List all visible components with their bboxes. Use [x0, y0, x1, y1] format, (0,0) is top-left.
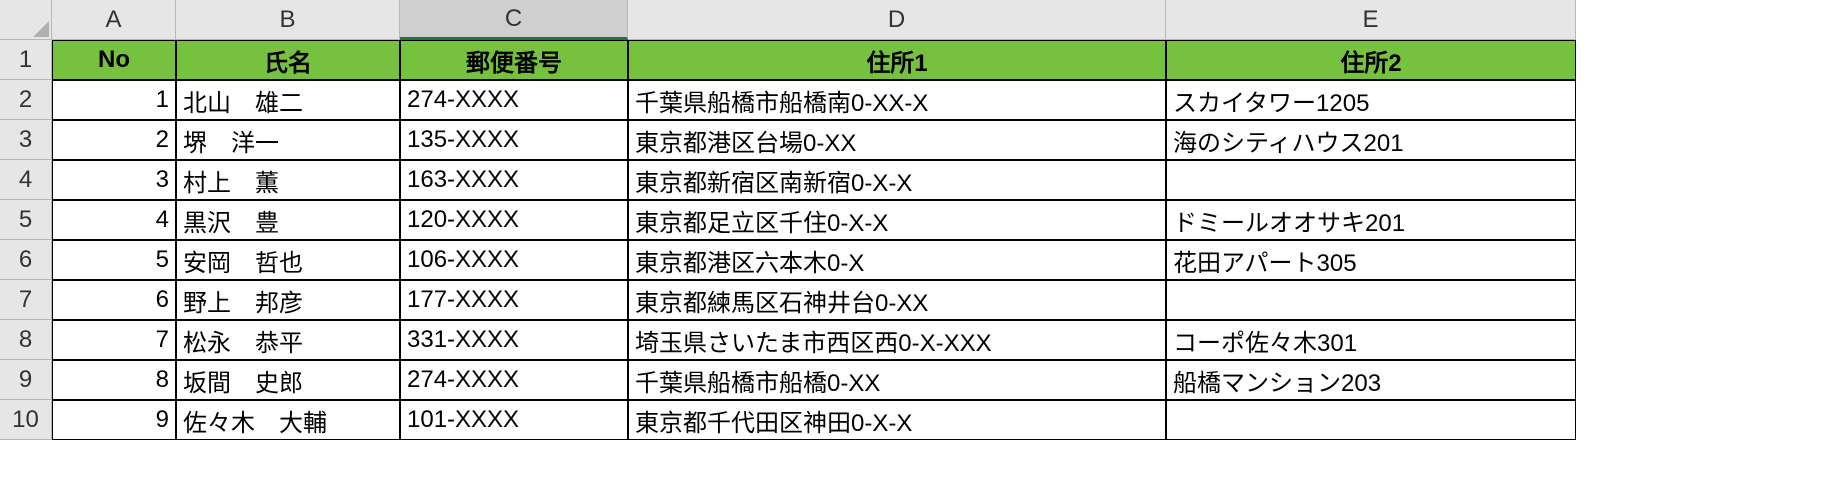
col-header-E[interactable]: E — [1166, 0, 1576, 40]
cell-B2[interactable]: 北山 雄二 — [176, 80, 400, 120]
row-header-6[interactable]: 6 — [0, 240, 52, 280]
cell-B9[interactable]: 坂間 史郎 — [176, 360, 400, 400]
cell-A5[interactable]: 4 — [52, 200, 176, 240]
row-header-1[interactable]: 1 — [0, 40, 52, 80]
cell-A4[interactable]: 3 — [52, 160, 176, 200]
cell-E9[interactable]: 船橋マンション203 — [1166, 360, 1576, 400]
row-4-gutter — [1576, 160, 1826, 200]
cell-C7[interactable]: 177-XXXX — [400, 280, 628, 320]
row-10-gutter — [1576, 400, 1826, 440]
cell-B7[interactable]: 野上 邦彦 — [176, 280, 400, 320]
row-header-9[interactable]: 9 — [0, 360, 52, 400]
cell-C8[interactable]: 331-XXXX — [400, 320, 628, 360]
cell-C5[interactable]: 120-XXXX — [400, 200, 628, 240]
cell-A10[interactable]: 9 — [52, 400, 176, 440]
col-header-C[interactable]: C — [400, 0, 628, 40]
cell-C10[interactable]: 101-XXXX — [400, 400, 628, 440]
cell-D9[interactable]: 千葉県船橋市船橋0-XX — [628, 360, 1166, 400]
cell-A2[interactable]: 1 — [52, 80, 176, 120]
row-header-5[interactable]: 5 — [0, 200, 52, 240]
row-7-gutter — [1576, 280, 1826, 320]
cell-E6[interactable]: 花田アパート305 — [1166, 240, 1576, 280]
col-header-B[interactable]: B — [176, 0, 400, 40]
select-all-icon — [33, 21, 49, 37]
row-header-3[interactable]: 3 — [0, 120, 52, 160]
cell-E10[interactable] — [1166, 400, 1576, 440]
cell-A3[interactable]: 2 — [52, 120, 176, 160]
cell-B8[interactable]: 松永 恭平 — [176, 320, 400, 360]
col-header-D[interactable]: D — [628, 0, 1166, 40]
cell-E3[interactable]: 海のシティハウス201 — [1166, 120, 1576, 160]
cell-A6[interactable]: 5 — [52, 240, 176, 280]
cell-B1[interactable]: 氏名 — [176, 40, 400, 80]
cell-B6[interactable]: 安岡 哲也 — [176, 240, 400, 280]
row-2-gutter — [1576, 80, 1826, 120]
row-3-gutter — [1576, 120, 1826, 160]
cell-D8[interactable]: 埼玉県さいたま市西区西0-X-XXX — [628, 320, 1166, 360]
row-header-7[interactable]: 7 — [0, 280, 52, 320]
select-all-corner[interactable] — [0, 0, 52, 40]
cell-D1[interactable]: 住所1 — [628, 40, 1166, 80]
cell-E4[interactable] — [1166, 160, 1576, 200]
cell-D3[interactable]: 東京都港区台場0-XX — [628, 120, 1166, 160]
row-9-gutter — [1576, 360, 1826, 400]
cell-D6[interactable]: 東京都港区六本木0-X — [628, 240, 1166, 280]
cell-D5[interactable]: 東京都足立区千住0-X-X — [628, 200, 1166, 240]
cell-A1[interactable]: No — [52, 40, 176, 80]
cell-A7[interactable]: 6 — [52, 280, 176, 320]
row-header-2[interactable]: 2 — [0, 80, 52, 120]
row-1-gutter — [1576, 40, 1826, 80]
row-6-gutter — [1576, 240, 1826, 280]
cell-E7[interactable] — [1166, 280, 1576, 320]
spreadsheet[interactable]: A B C D E 1 No 氏名 郵便番号 住所1 住所2 2 1 北山 雄二… — [0, 0, 1826, 440]
row-header-4[interactable]: 4 — [0, 160, 52, 200]
cell-C3[interactable]: 135-XXXX — [400, 120, 628, 160]
cell-C4[interactable]: 163-XXXX — [400, 160, 628, 200]
col-header-gutter — [1576, 0, 1826, 40]
cell-A8[interactable]: 7 — [52, 320, 176, 360]
row-5-gutter — [1576, 200, 1826, 240]
cell-E1[interactable]: 住所2 — [1166, 40, 1576, 80]
cell-C2[interactable]: 274-XXXX — [400, 80, 628, 120]
cell-E8[interactable]: コーポ佐々木301 — [1166, 320, 1576, 360]
cell-B5[interactable]: 黒沢 豊 — [176, 200, 400, 240]
cell-D10[interactable]: 東京都千代田区神田0-X-X — [628, 400, 1166, 440]
cell-C6[interactable]: 106-XXXX — [400, 240, 628, 280]
cell-B4[interactable]: 村上 薫 — [176, 160, 400, 200]
cell-D7[interactable]: 東京都練馬区石神井台0-XX — [628, 280, 1166, 320]
cell-A9[interactable]: 8 — [52, 360, 176, 400]
cell-D4[interactable]: 東京都新宿区南新宿0-X-X — [628, 160, 1166, 200]
row-header-10[interactable]: 10 — [0, 400, 52, 440]
cell-D2[interactable]: 千葉県船橋市船橋南0-XX-X — [628, 80, 1166, 120]
cell-B3[interactable]: 堺 洋一 — [176, 120, 400, 160]
cell-B10[interactable]: 佐々木 大輔 — [176, 400, 400, 440]
row-8-gutter — [1576, 320, 1826, 360]
row-header-8[interactable]: 8 — [0, 320, 52, 360]
cell-C1[interactable]: 郵便番号 — [400, 40, 628, 80]
col-header-A[interactable]: A — [52, 0, 176, 40]
cell-E2[interactable]: スカイタワー1205 — [1166, 80, 1576, 120]
cell-C9[interactable]: 274-XXXX — [400, 360, 628, 400]
cell-E5[interactable]: ドミールオオサキ201 — [1166, 200, 1576, 240]
